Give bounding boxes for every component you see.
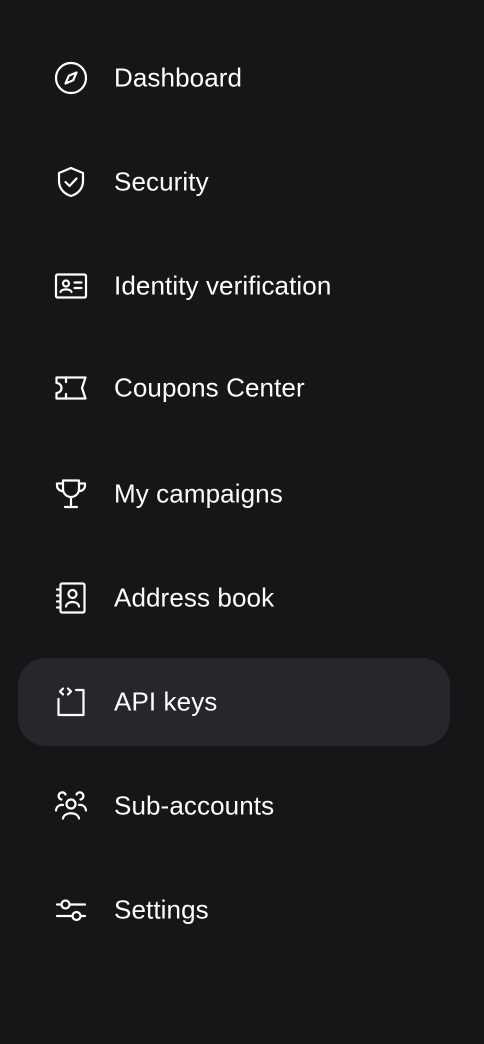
shield-check-icon	[53, 164, 89, 200]
sidebar-item-settings[interactable]: Settings	[18, 866, 450, 954]
sidebar-item-api-keys[interactable]: API keys	[18, 658, 450, 746]
sidebar-item-label: Address book	[114, 582, 275, 613]
sidebar-item-address-book[interactable]: Address book	[18, 554, 450, 642]
sidebar-item-identity-verification[interactable]: Identity verification	[18, 242, 450, 330]
sidebar-item-sub-accounts[interactable]: Sub-accounts	[18, 762, 450, 850]
sidebar-item-label: Security	[114, 166, 209, 197]
trophy-icon	[53, 476, 89, 512]
sidebar-item-label: My campaigns	[114, 478, 283, 509]
sliders-icon	[53, 892, 89, 928]
sidebar-item-dashboard[interactable]: Dashboard	[18, 34, 450, 122]
users-icon	[53, 788, 89, 824]
id-card-icon	[53, 268, 89, 304]
sidebar-nav: Dashboard Security Identity verification	[0, 0, 484, 1044]
sidebar-item-security[interactable]: Security	[18, 138, 450, 226]
api-code-icon	[53, 684, 89, 720]
compass-icon	[53, 60, 89, 96]
sidebar-item-label: Settings	[114, 894, 209, 925]
sidebar-item-coupons-center[interactable]: Coupons Center	[18, 344, 450, 432]
sidebar-item-label: Sub-accounts	[114, 790, 275, 821]
sidebar-item-label: Identity verification	[114, 270, 332, 301]
sidebar-item-label: Dashboard	[114, 62, 243, 93]
contact-book-icon	[53, 580, 89, 616]
sidebar-item-my-campaigns[interactable]: My campaigns	[18, 450, 450, 538]
sidebar-item-label: API keys	[114, 686, 218, 717]
sidebar-item-label: Coupons Center	[114, 372, 305, 403]
ticket-icon	[53, 370, 89, 406]
